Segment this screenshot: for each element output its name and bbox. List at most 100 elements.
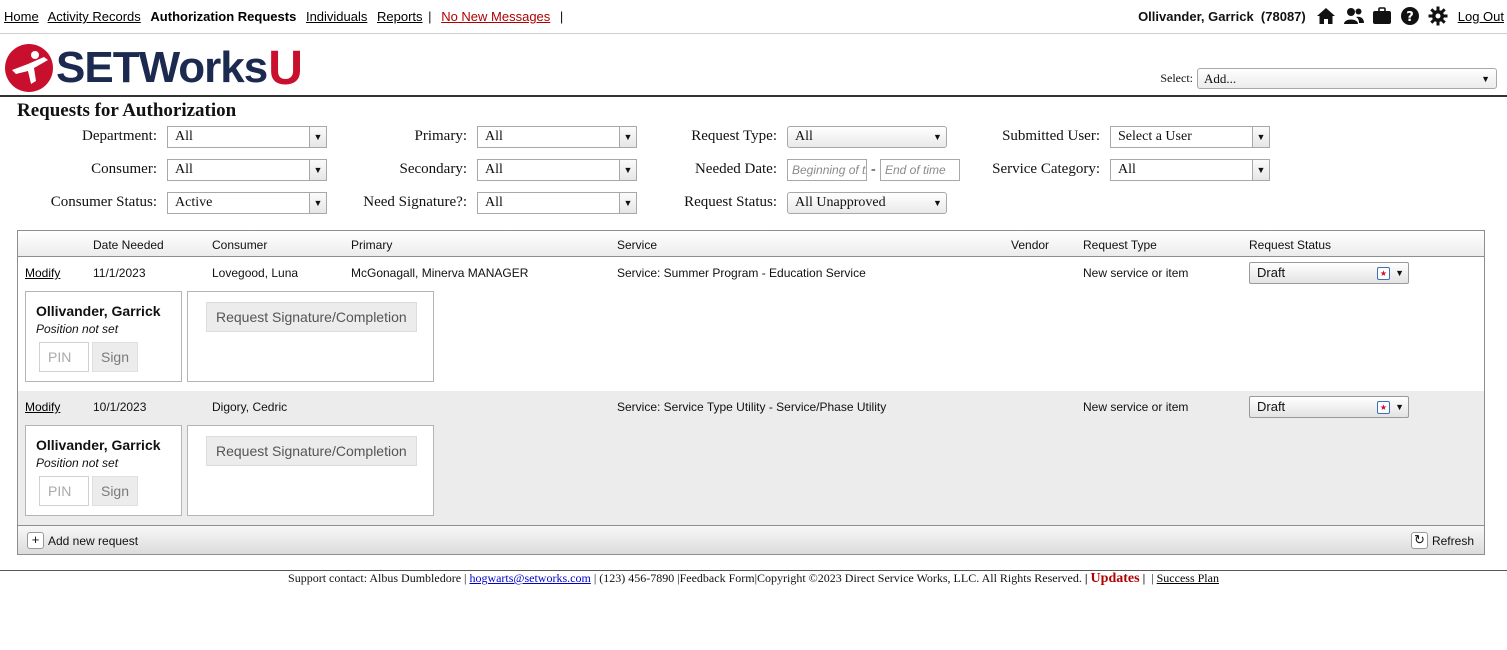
nav-home[interactable]: Home [4,9,39,24]
table-header: Date Needed Consumer Primary Service Ven… [18,231,1484,257]
date-needed-cell: 11/1/2023 [93,266,146,280]
support-email-link[interactable]: hogwarts@setworks.com [469,571,590,585]
chevron-down-icon: ▼ [1481,74,1490,84]
needed-date-label: Needed Date: [694,161,777,177]
signature-box: Ollivander, Garrick Position not set PIN… [25,425,182,516]
column-header-vendor[interactable]: Vendor [1011,238,1049,252]
nav-messages[interactable]: No New Messages [441,9,550,24]
table-footer: + Add new request ↻ Refresh [18,525,1484,554]
user-name: Ollivander, Garrick (78087) [1138,8,1306,24]
secondary-label: Secondary: [399,161,467,177]
nav-separator: | [559,9,564,24]
footer-separator: | [1084,571,1088,585]
secondary-select[interactable]: All ▼ [477,159,637,181]
request-status-dropdown[interactable]: Draft ★ ▼ [1249,396,1409,418]
svg-text:?: ? [1406,10,1414,25]
consumer-label: Consumer: [91,161,157,177]
consumer-status-label: Consumer Status: [50,194,157,210]
top-bar: Home Activity Records Authorization Requ… [0,0,1507,34]
request-signature-box: Request Signature/Completion [187,291,434,382]
request-type-cell: New service or item [1083,400,1189,414]
column-header-consumer[interactable]: Consumer [212,238,267,252]
submitted-user-select[interactable]: Select a User ▼ [1110,126,1270,148]
service-cell: Service: Service Type Utility - Service/… [617,400,887,414]
updates-link[interactable]: Updates [1091,571,1140,587]
copyright: |Copyright ©2023 Direct Service Works, L… [754,571,1082,585]
column-header-primary[interactable]: Primary [351,238,392,252]
need-signature-label: Need Signature?: [363,194,467,210]
support-phone: | (123) 456-7890 | [593,571,680,585]
users-icon[interactable] [1343,5,1365,27]
signer-position: Position not set [36,322,119,336]
chevron-down-icon: ▼ [1395,268,1404,278]
column-header-service[interactable]: Service [617,238,657,252]
nav-separator: | [428,9,432,24]
footer-separator: | [1151,571,1154,585]
consumer-cell: Digory, Cedric [212,400,288,414]
requests-table: Date Needed Consumer Primary Service Ven… [17,230,1485,555]
logout-link[interactable]: Log Out [1458,9,1504,24]
column-header-date-needed[interactable]: Date Needed [93,238,164,252]
service-category-label: Service Category: [992,161,1100,177]
chevron-down-icon: ▼ [1395,402,1404,412]
logo-mark-icon [5,44,53,92]
nav-authorization-requests[interactable]: Authorization Requests [150,9,296,24]
nav-reports[interactable]: Reports [377,9,423,24]
pin-input[interactable]: PIN [39,342,89,372]
request-type-select[interactable]: All ▼ [787,126,947,148]
submitted-user-label: Submitted User: [1002,128,1100,144]
column-header-request-type[interactable]: Request Type [1083,238,1157,252]
help-icon[interactable]: ? [1399,5,1421,27]
plus-icon: + [27,532,44,549]
main-nav: Home Activity Records Authorization Requ… [4,9,569,24]
user-area: Ollivander, Garrick (78087) ? Log Out [1138,5,1504,27]
quick-add-dropdown[interactable]: Add... ▼ [1197,68,1497,89]
column-header-request-status[interactable]: Request Status [1249,238,1331,252]
feedback-form-link[interactable]: Feedback Form [680,571,755,586]
sign-button[interactable]: Sign [92,342,138,372]
home-icon[interactable] [1315,5,1337,27]
service-cell: Service: Summer Program - Education Serv… [617,266,866,280]
footer-separator: | [1142,571,1146,585]
modify-link[interactable]: Modify [25,266,60,280]
chevron-down-icon: ▼ [1252,160,1269,180]
request-signature-box: Request Signature/Completion [187,425,434,516]
logo-suffix: U [268,41,303,95]
quick-add-label: Select: [1160,71,1193,85]
primary-select[interactable]: All ▼ [477,126,637,148]
request-type-cell: New service or item [1083,266,1189,280]
setworks-logo[interactable]: SETWorks U [4,41,303,95]
request-status-label: Request Status: [684,194,777,210]
date-range-dash: - [871,162,876,177]
logo-text: SETWorks [56,43,268,92]
flag-icon: ★ [1377,267,1390,280]
primary-label: Primary: [414,128,468,144]
sign-button[interactable]: Sign [92,476,138,506]
request-signature-button[interactable]: Request Signature/Completion [206,302,417,332]
table-row: Modify 11/1/2023 Lovegood, Luna McGonaga… [18,257,1484,391]
needed-date-from-input[interactable]: Beginning of time [787,159,867,181]
page-title: Requests for Authorization [17,100,237,121]
request-type-label: Request Type: [691,128,777,144]
gear-icon[interactable] [1427,5,1449,27]
refresh-button[interactable]: ↻ Refresh [1410,532,1474,549]
add-new-request-button[interactable]: + Add new request [27,532,138,549]
briefcase-icon[interactable] [1371,5,1393,27]
request-status-select[interactable]: All Unapproved ▼ [787,192,947,214]
request-status-dropdown[interactable]: Draft ★ ▼ [1249,262,1409,284]
pin-input[interactable]: PIN [39,476,89,506]
filter-panel: Department: All ▼ Consumer: All ▼ Consumer… [0,124,1507,224]
need-signature-select[interactable]: All ▼ [477,192,637,214]
nav-individuals[interactable]: Individuals [306,9,367,24]
service-category-select[interactable]: All ▼ [1110,159,1270,181]
request-signature-button[interactable]: Request Signature/Completion [206,436,417,466]
signer-name: Ollivander, Garrick [36,437,161,453]
date-needed-cell: 10/1/2023 [93,400,147,414]
modify-link[interactable]: Modify [25,400,60,414]
success-plan-link[interactable]: Success Plan [1157,571,1219,585]
department-label: Department: [82,128,157,144]
page-footer: Support contact: Albus Dumbledore | hogw… [0,571,1507,587]
chevron-down-icon: ▼ [933,198,942,208]
header-divider [0,95,1507,97]
nav-activity-records[interactable]: Activity Records [48,9,141,24]
